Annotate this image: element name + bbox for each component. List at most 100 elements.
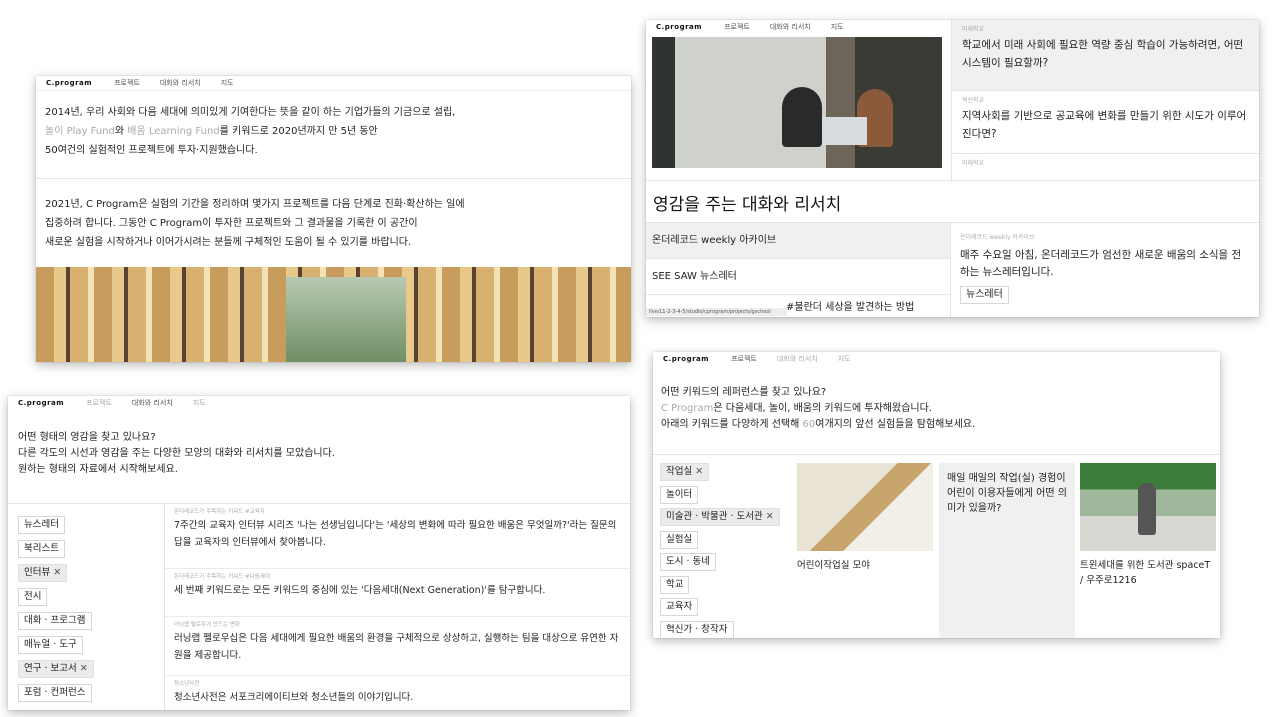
list-item[interactable]: 온더레코드가 주목하는 키워드 #다음세대 세 번째 키워드로는 모든 키워드의 … [165,569,630,617]
filter-chip[interactable]: 북리스트 [18,540,65,558]
tab-seesaw[interactable]: SEE SAW 뉴스레터 [646,259,950,295]
divider [653,454,1220,455]
question-tag: 미래학교 [962,26,985,33]
nav-talks[interactable]: 대화와 리서치 [777,354,818,364]
filter-chip-label: 포럼 · 컨퍼런스 [24,687,86,698]
learning-fund-link[interactable]: 배움 Learning Fund [127,126,219,137]
filter-chip[interactable]: 학교 [660,575,690,594]
list-item[interactable]: 청소년사전청소년사전은 서포크리에이티브와 청소년들의 이야기입니다. [165,676,630,710]
filter-chip[interactable]: 연구 · 보고서 ✕ [18,660,94,678]
nav-talks[interactable]: 대화와 리서치 [160,78,201,88]
intro-line: 다른 각도의 시선과 영감을 주는 다양한 모양의 대화와 리서치를 모았습니다… [18,448,335,459]
filter-chip[interactable]: 인터뷰 ✕ [18,564,68,582]
person-figure [782,87,822,147]
divider [646,180,1259,181]
intro-line: 50여건의 실험적인 프로젝트에 투자·지원했습니다. [45,145,258,156]
cprogram-link[interactable]: C Program [661,403,713,414]
newsletter-chip[interactable]: 뉴스레터 [960,286,1009,304]
nav-map[interactable]: 지도 [221,78,234,88]
filter-chip[interactable]: 뉴스레터 [18,516,65,534]
nav-map[interactable]: 지도 [193,398,206,408]
newsletter-text: 매주 수요일 아침, 온더레코드가 엄선한 새로운 배움의 소식을 전하는 뉴스… [960,249,1242,278]
nav-talks[interactable]: 대화와 리서치 [132,398,173,408]
list-item-tag: 온더레코드가 주목하는 키워드 #교육자 [174,509,265,515]
close-icon[interactable]: ✕ [53,567,61,578]
nav-talks[interactable]: 대화와 리서치 [770,22,811,32]
wooden-space-photo [36,267,631,362]
filter-chip[interactable]: 도시 · 동네 [660,553,717,571]
filter-chip[interactable]: 교육자 [660,598,699,616]
tab-onthe-record[interactable]: 온더레코드 weekly 아카이브 [646,223,950,259]
format-filter-list: 뉴스레터 북리스트 인터뷰 ✕ 전시 대화 · 프로그램 매뉴얼 · 도구 연구 · 보고서 ✕… [18,516,158,710]
nav-projects[interactable]: 프로젝트 [724,22,750,32]
card-keywords: C.program 프로젝트 대화와 리서치 지도 어떤 키워드의 레퍼런스를 … [653,352,1220,638]
nav-projects[interactable]: 프로젝트 [731,354,757,364]
filter-chip-label: 매뉴얼 · 도구 [24,639,77,650]
filter-chip[interactable]: 매뉴얼 · 도구 [18,636,83,654]
top-nav: C.program 프로젝트 대화와 리서치 지도 [653,352,1220,366]
intro-paragraph-2: 2021년, C Program은 실험의 기간을 정리하며 몇가지 프로젝트를… [45,195,465,252]
section-heading: 영감을 주는 대화와 리서치 [653,195,842,215]
filter-chip-label: 뉴스레터 [24,519,59,530]
list-item-text: 청소년사전은 서포크리에이티브와 청소년들의 이야기입니다. [174,692,414,703]
intro-paragraph-1: 2014년, 우리 사회와 다음 세대에 의미있게 기여한다는 뜻을 같이 하는… [45,103,455,160]
filter-chip[interactable]: 작업실 ✕ [660,463,710,481]
filter-chip[interactable]: 혁신가 · 창작자 [660,620,734,638]
intro-line: 집중하려 합니다. 그동안 C Program이 투자한 프로젝트와 그 결과물… [45,218,418,229]
filter-chip-label: 도시 · 동네 [666,556,711,567]
project-tile[interactable]: 어린이작업실 모야 [797,463,933,638]
close-icon[interactable]: ✕ [80,663,88,674]
question-tile[interactable]: 매일 매일의 작업(실) 경험이 어린이 이용자들에게 어떤 의미가 있을까? [939,463,1075,638]
logo[interactable]: C.program [18,399,64,407]
filter-chip-label: 전시 [24,591,42,602]
status-url: live/L1-2-3-4-5/studio/cprogram/projects… [646,308,787,316]
nav-map[interactable]: 지도 [838,354,851,364]
question-tag: 미래학교 [962,160,985,167]
intro-line: 2014년, 우리 사회와 다음 세대에 의미있게 기여한다는 뜻을 같이 하는… [45,107,456,118]
question-item[interactable]: 미래학교 학교에서 미래 사회에 필요한 역량 중심 학습이 가능하려면, 어떤… [952,20,1259,91]
play-fund-link[interactable]: 놀이 Play Fund [45,126,115,137]
close-icon[interactable]: ✕ [766,511,774,522]
card-research: C.program 프로젝트 대화와 리서치 지도 미래학교 학교에서 미래 사… [646,20,1259,317]
divider [36,178,631,179]
intro-line: 원하는 형태의 자료에서 시작해보세요. [18,464,178,475]
list-item-tag: 온더레코드가 주목하는 키워드 #다음세대 [174,574,270,580]
filter-chip-label: 혁신가 · 창작자 [666,623,728,635]
keywords-intro: 어떤 키워드의 레퍼런스를 찾고 있나요? C Program은 다음세대, 놀… [661,385,975,433]
filter-chip[interactable]: 전시 [18,588,48,606]
filter-chip[interactable]: 놀이터 [660,485,699,504]
top-nav: C.program 프로젝트 대화와 리서치 지도 [646,20,951,34]
logo[interactable]: C.program [656,23,702,31]
logo[interactable]: C.program [663,355,709,363]
list-item[interactable]: 러닝랩 펠로우가 만드는 변화 러닝랩 펠로우십은 다음 세대에게 필요한 배움의… [165,617,630,676]
nav-projects[interactable]: 프로젝트 [114,78,140,88]
close-icon[interactable]: ✕ [695,466,703,477]
tile-title: 어린이작업실 모야 [797,560,870,571]
intro-line: 어떤 형태의 영감을 찾고 있나요? [18,432,156,443]
nav-projects[interactable]: 프로젝트 [86,398,112,408]
person-figure [1138,483,1156,535]
filter-chip-label: 놀이터 [666,488,693,500]
filter-chip[interactable]: 포럼 · 컨퍼런스 [18,684,92,702]
project-tile[interactable]: 트윈세대를 위한 도서관 spaceT / 우주로1216 [1080,463,1216,638]
filter-chip-label: 대화 · 프로그램 [24,615,86,626]
list-item-tag: 청소년사전 [174,681,200,687]
laptop [822,117,867,145]
filter-chip[interactable]: 대화 · 프로그램 [18,612,92,630]
question-item[interactable]: 미래학교 [952,154,1259,179]
top-nav: C.program 프로젝트 대화와 리서치 지도 [36,76,631,91]
filter-chip[interactable]: 실험실 [660,530,699,549]
tile-title: 트윈세대를 위한 도서관 spaceT / 우주로1216 [1080,560,1211,586]
logo[interactable]: C.program [46,79,92,87]
filter-chip-label: 미술관 · 박물관 · 도서관 [666,511,763,522]
card-about: C.program 프로젝트 대화와 리서치 지도 2014년, 우리 사회와 … [36,76,631,362]
list-item-text: 러닝랩 펠로우십은 다음 세대에게 필요한 배움의 환경을 구체적으로 상상하고… [174,633,619,661]
filter-chip[interactable]: 미술관 · 박물관 · 도서관 ✕ [660,508,780,526]
intro-line: 새로운 실험을 시작하거나 이어가시려는 분들께 구체적인 도움이 될 수 있기… [45,237,412,248]
filter-chip-label: 인터뷰 [24,567,51,578]
question-item[interactable]: 혁신학교 지역사회를 기반으로 공교육에 변화를 만들기 위한 시도가 이루어진… [952,91,1259,154]
meeting-photo [652,37,942,168]
nav-map[interactable]: 지도 [831,22,844,32]
list-item[interactable]: 온더레코드가 주목하는 키워드 #교육자 7주간의 교육자 인터뷰 시리즈 '나는… [165,504,630,569]
intro-line: C Program은 다음세대, 놀이, 배움의 키워드에 투자해왔습니다. [661,403,932,414]
